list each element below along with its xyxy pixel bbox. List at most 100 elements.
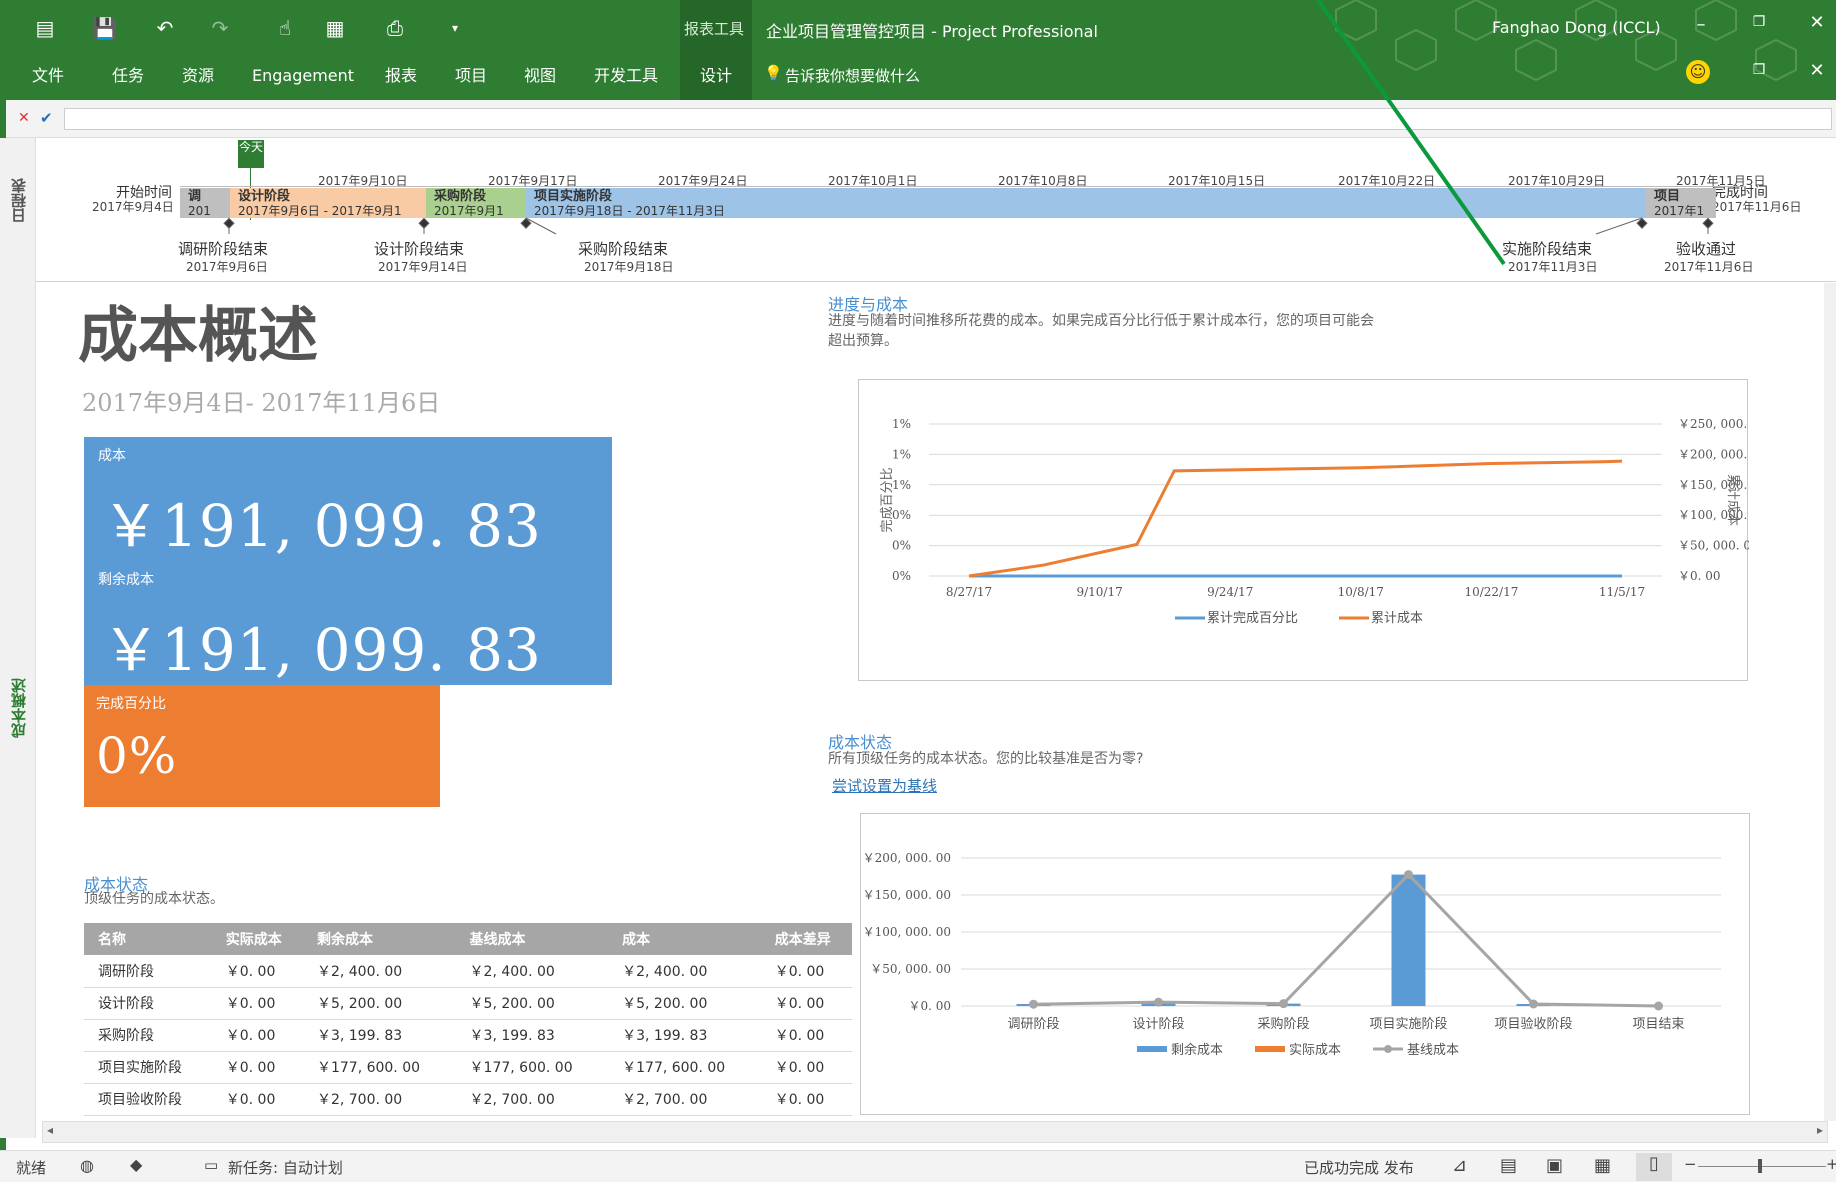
y2-axis-label: 累计成本 bbox=[1725, 474, 1740, 526]
new-task-mode[interactable]: 新任务: 自动计划 bbox=[228, 1157, 343, 1178]
tab-engagement[interactable]: Engagement bbox=[252, 64, 354, 88]
form-icon[interactable]: ▦ bbox=[320, 8, 350, 48]
cost-status-chart[interactable]: ￥200, 000. 00 ￥150, 000. 00 ￥100, 000. 00 ￥… bbox=[860, 813, 1750, 1115]
tell-me-box[interactable]: 告诉我你想要做什么 bbox=[785, 65, 920, 86]
lightbulb-icon: 💡 bbox=[764, 64, 783, 82]
cost-status-desc: 顶级任务的成本状态。 bbox=[84, 891, 224, 907]
cost-card[interactable]: 成本 ￥191, 099. 83 剩余成本 ￥191, 099. 83 bbox=[84, 437, 612, 685]
percent-complete-card[interactable]: 完成百分比 0% bbox=[84, 685, 440, 807]
restore-icon[interactable]: ❐ bbox=[1744, 14, 1774, 30]
baseline-cost-point bbox=[1529, 999, 1538, 1009]
table-row[interactable]: 设计阶段 ￥0. 00 ￥5, 200. 00 ￥5, 200. 00 ￥5, 200.… bbox=[84, 987, 852, 1020]
context-tab-label: 报表工具 bbox=[684, 20, 745, 38]
percent-complete-label: 完成百分比 bbox=[96, 696, 166, 712]
ribbon-close-icon[interactable]: ✕ bbox=[1802, 60, 1832, 81]
table-cell: ￥0. 00 bbox=[760, 1019, 852, 1052]
status-bar: 就绪 ◍ ◆ ▭ 新任务: 自动计划 已成功完成 发布 ⊿ ▤ ▣ ▦ ▯ − … bbox=[0, 1150, 1836, 1182]
table-cell: ￥2, 400. 00 bbox=[302, 955, 456, 988]
x-tick-label: 调研阶段 bbox=[1007, 1017, 1059, 1032]
table-row[interactable]: 项目验收阶段 ￥0. 00 ￥2, 700. 00 ￥2, 700. 00 ￥2, 70… bbox=[84, 1083, 852, 1116]
column-header: 名称 bbox=[84, 923, 212, 955]
warning-icon[interactable]: ◆ bbox=[130, 1155, 142, 1174]
milestone-research-end[interactable]: 调研阶段结束 bbox=[178, 238, 268, 259]
remaining-cost-label: 剩余成本 bbox=[98, 572, 154, 588]
baseline-cost-point bbox=[1154, 997, 1163, 1007]
cancel-entry-icon[interactable]: ✕ bbox=[18, 110, 30, 126]
vertical-scrollbar[interactable] bbox=[1824, 283, 1836, 1121]
x-tick-label: 9/10/17 bbox=[1076, 585, 1122, 599]
customize-qat-icon[interactable]: ▾ bbox=[440, 8, 470, 48]
smiley-icon[interactable]: ☺ bbox=[1686, 60, 1710, 84]
title-bar: ▤ 💾 ↶ ↷ ☝ ▦ ⎙ ▾ 报表工具 企业项目管理管控项目 - Projec… bbox=[0, 0, 1836, 100]
scroll-right-icon[interactable]: ▸ bbox=[1817, 1123, 1823, 1137]
cost-status-table[interactable]: 名称 实际成本 剩余成本 基线成本 成本 成本差异 调研阶段 ￥0. 00 ￥2, … bbox=[84, 923, 852, 1116]
baseline-cost-point bbox=[1029, 999, 1038, 1009]
table-cell: ￥0. 00 bbox=[211, 1051, 303, 1084]
user-name[interactable]: Fanghao Dong (ICCL) bbox=[1492, 18, 1661, 37]
table-row[interactable]: 调研阶段 ￥0. 00 ￥2, 400. 00 ￥2, 400. 00 ￥2, 400.… bbox=[84, 955, 852, 988]
timeline-view-label: 日程表 bbox=[10, 178, 28, 223]
table-cell: ￥0. 00 bbox=[760, 1051, 852, 1084]
tab-design[interactable]: 设计 bbox=[700, 64, 732, 88]
milestone-date: 2017年11月3日 bbox=[1508, 260, 1598, 274]
milestone-date: 2017年9月6日 bbox=[186, 260, 268, 274]
table-cell: ￥0. 00 bbox=[211, 1083, 303, 1116]
tab-file[interactable]: 文件 bbox=[32, 64, 64, 88]
y-tick-label: ￥150, 000. 00 bbox=[863, 888, 951, 902]
table-row[interactable]: 项目实施阶段 ￥0. 00 ￥177, 600. 00 ￥177, 600. 00 ￥1… bbox=[84, 1051, 852, 1084]
save-as-icon[interactable]: ▤ bbox=[30, 8, 60, 48]
ribbon-restore-icon[interactable]: ❐ bbox=[1744, 62, 1774, 78]
save-icon[interactable]: 💾 bbox=[90, 8, 120, 48]
touch-mode-icon[interactable]: ☝ bbox=[265, 8, 305, 48]
zoom-slider[interactable] bbox=[1698, 1166, 1826, 1167]
column-header: 实际成本 bbox=[211, 923, 303, 955]
tab-report[interactable]: 报表 bbox=[385, 64, 417, 88]
tab-task[interactable]: 任务 bbox=[112, 64, 144, 88]
undo-icon[interactable]: ↶ bbox=[150, 8, 180, 48]
table-cell: ￥2, 700. 00 bbox=[455, 1083, 609, 1116]
x-tick-label: 项目结束 bbox=[1632, 1017, 1684, 1032]
zoom-in-icon[interactable]: + bbox=[1826, 1155, 1836, 1173]
tab-resource[interactable]: 资源 bbox=[182, 64, 214, 88]
globe-icon[interactable]: ◍ bbox=[80, 1156, 94, 1175]
milestone-procurement-end[interactable]: 采购阶段结束 bbox=[578, 238, 668, 259]
baseline-cost-point bbox=[1279, 999, 1288, 1009]
y2-tick-label: ￥250, 000. 00 bbox=[1678, 417, 1749, 431]
tab-project[interactable]: 项目 bbox=[455, 64, 487, 88]
resource-sheet-icon[interactable]: ▦ bbox=[1594, 1155, 1611, 1176]
progress-cost-chart[interactable]: 1%￥250, 000. 001%￥200, 000. 001%￥150, 00… bbox=[858, 379, 1766, 681]
milestone-implementation-end[interactable]: 实施阶段结束 bbox=[1502, 238, 1592, 259]
horizontal-scrollbar[interactable]: ◂ ▸ bbox=[42, 1121, 1828, 1143]
close-icon[interactable]: ✕ bbox=[1802, 12, 1832, 33]
table-row[interactable]: 采购阶段 ￥0. 00 ￥3, 199. 83 ￥3, 199. 83 ￥3, 199.… bbox=[84, 1019, 852, 1052]
timeline-view[interactable]: 今天 开始时间 2017年9月4日 完成时间 2017年11月6日 2017年9… bbox=[36, 138, 1836, 282]
report-title: 成本概述 bbox=[78, 301, 318, 371]
report-view-icon[interactable]: ▯ bbox=[1636, 1153, 1672, 1181]
table-cell: ￥0. 00 bbox=[211, 987, 303, 1020]
milestone-design-end[interactable]: 设计阶段结束 bbox=[374, 238, 464, 259]
redo-icon[interactable]: ↷ bbox=[205, 8, 235, 48]
report-canvas[interactable]: 成本概述 2017年9月4日- 2017年11月6日 成本 ￥191, 099.… bbox=[36, 283, 1826, 1121]
scroll-left-icon[interactable]: ◂ bbox=[47, 1123, 53, 1137]
table-cell: ￥3, 199. 83 bbox=[608, 1019, 761, 1052]
print-preview-icon[interactable]: ⎙ bbox=[380, 8, 410, 48]
zoom-out-icon[interactable]: − bbox=[1684, 1155, 1697, 1173]
set-baseline-link[interactable]: 尝试设置为基线 bbox=[832, 775, 937, 796]
window-title: 企业项目管理管控项目 - Project Professional bbox=[766, 22, 1098, 41]
table-cell: ￥177, 600. 00 bbox=[455, 1051, 609, 1084]
task-usage-icon[interactable]: ▤ bbox=[1500, 1155, 1517, 1176]
entry-bar: ✕ ✔ bbox=[0, 100, 1836, 138]
x-tick-label: 10/8/17 bbox=[1338, 585, 1384, 599]
team-planner-icon[interactable]: ▣ bbox=[1546, 1155, 1563, 1176]
confirm-entry-icon[interactable]: ✔ bbox=[40, 109, 53, 127]
task-mode-icon[interactable]: ▭ bbox=[204, 1156, 218, 1174]
minimize-icon[interactable]: – bbox=[1686, 14, 1716, 35]
gantt-view-icon[interactable]: ⊿ bbox=[1452, 1155, 1467, 1176]
entry-input[interactable] bbox=[64, 108, 1832, 130]
zoom-slider-thumb[interactable] bbox=[1758, 1159, 1762, 1173]
table-cell: ￥177, 600. 00 bbox=[608, 1051, 761, 1084]
tab-view[interactable]: 视图 bbox=[524, 64, 556, 88]
milestone-accepted[interactable]: 验收通过 bbox=[1676, 238, 1736, 259]
tab-developer[interactable]: 开发工具 bbox=[594, 64, 658, 88]
table-cell: 设计阶段 bbox=[84, 987, 212, 1020]
